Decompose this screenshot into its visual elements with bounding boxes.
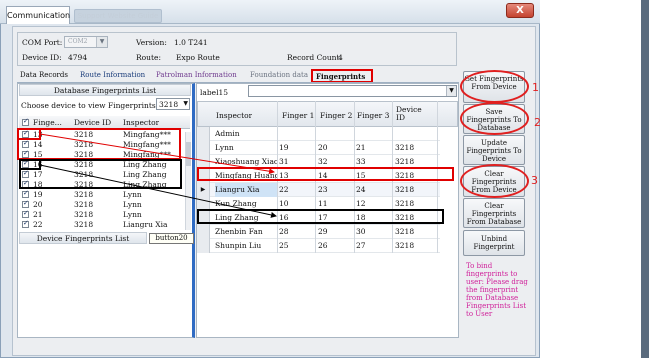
annotation-number-2: 2	[534, 116, 541, 129]
unbind-fingerprint-button[interactable]: Unbind Fingerprint	[463, 230, 525, 256]
annotation-number-1: 1	[532, 81, 539, 94]
annotation-oval-1	[460, 70, 529, 103]
update-fingerprints-button[interactable]: Update Fingerprints To Device	[463, 135, 525, 165]
red-drag-arrow	[39, 133, 275, 175]
drag-hint-text: To bind fingerprints to user: Please dra…	[466, 262, 528, 318]
annotation-oval-2	[460, 102, 529, 135]
black-drag-arrow	[39, 164, 277, 218]
clear-fingerprints-database-button[interactable]: Clear Fingerprints From Database	[463, 198, 525, 228]
annotation-oval-3	[460, 164, 529, 198]
annotation-number-3: 3	[531, 174, 538, 187]
drag-arrows	[39, 133, 277, 218]
